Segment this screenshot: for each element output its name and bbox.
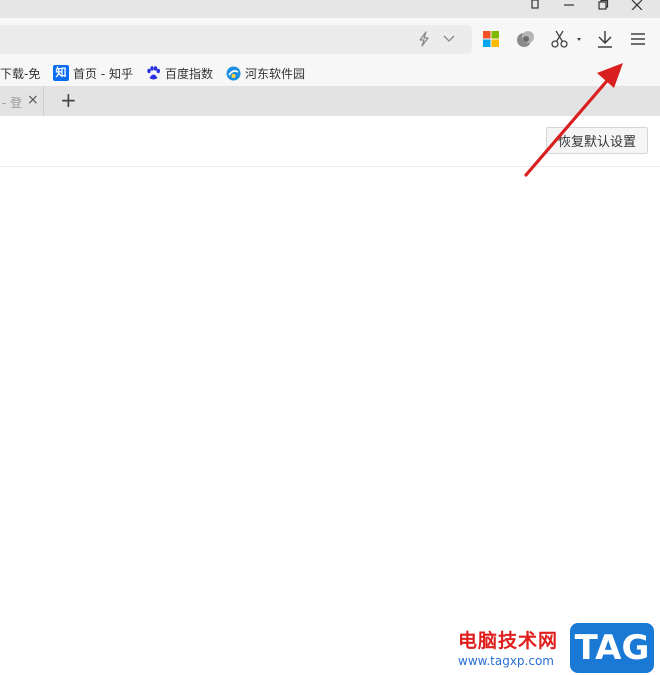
download-icon[interactable] bbox=[595, 28, 615, 50]
pin-icon[interactable] bbox=[528, 0, 542, 10]
bookmarks-bar: 下载-免 知 首页 - 知乎 百度指数 河东软件园 bbox=[0, 60, 660, 86]
watermark-badge: TAG bbox=[570, 623, 654, 673]
bookmark-item-baidu-index[interactable]: 百度指数 bbox=[146, 60, 213, 86]
restore-icon[interactable] bbox=[596, 0, 610, 10]
divider bbox=[0, 166, 660, 167]
chevron-down-icon[interactable] bbox=[441, 31, 457, 47]
bookmark-item[interactable]: 下载-免 bbox=[0, 60, 40, 86]
lightning-icon[interactable] bbox=[416, 31, 432, 47]
tab-close-icon[interactable]: × bbox=[27, 92, 39, 108]
apps-grid-icon[interactable] bbox=[482, 30, 500, 48]
minimize-icon[interactable] bbox=[562, 0, 576, 10]
hedong-logo-icon bbox=[226, 66, 241, 81]
title-bar bbox=[0, 0, 660, 18]
bookmark-label: 下载-免 bbox=[0, 66, 41, 81]
baidu-paw-icon bbox=[146, 65, 161, 81]
zhihu-icon: 知 bbox=[53, 65, 69, 81]
restore-defaults-button[interactable]: 恢复默认设置 bbox=[546, 127, 648, 154]
settings-page: 恢复默认设置 bbox=[0, 116, 660, 675]
tab-item[interactable]: - 登 × bbox=[0, 86, 44, 116]
bookmark-label: 首页 - 知乎 bbox=[73, 66, 133, 81]
toolbar bbox=[0, 18, 660, 60]
bookmark-item-zhihu[interactable]: 知 首页 - 知乎 bbox=[53, 60, 133, 86]
watermark-site-name: 电脑技术网 bbox=[458, 630, 559, 652]
tab-bar: - 登 × + bbox=[0, 86, 660, 116]
menu-icon[interactable] bbox=[628, 29, 648, 49]
watermark-url: www.tagxp.com bbox=[458, 654, 554, 668]
address-bar[interactable] bbox=[0, 25, 472, 54]
scissors-icon[interactable] bbox=[550, 28, 582, 50]
bookmark-label: 百度指数 bbox=[165, 66, 214, 81]
extension-icon[interactable] bbox=[515, 28, 537, 50]
new-tab-icon[interactable]: + bbox=[60, 88, 77, 112]
close-icon[interactable] bbox=[630, 0, 644, 11]
tab-label: - 登 bbox=[2, 96, 23, 110]
bookmark-label: 河东软件园 bbox=[245, 66, 306, 81]
bookmark-item-hedong[interactable]: 河东软件园 bbox=[226, 60, 305, 86]
